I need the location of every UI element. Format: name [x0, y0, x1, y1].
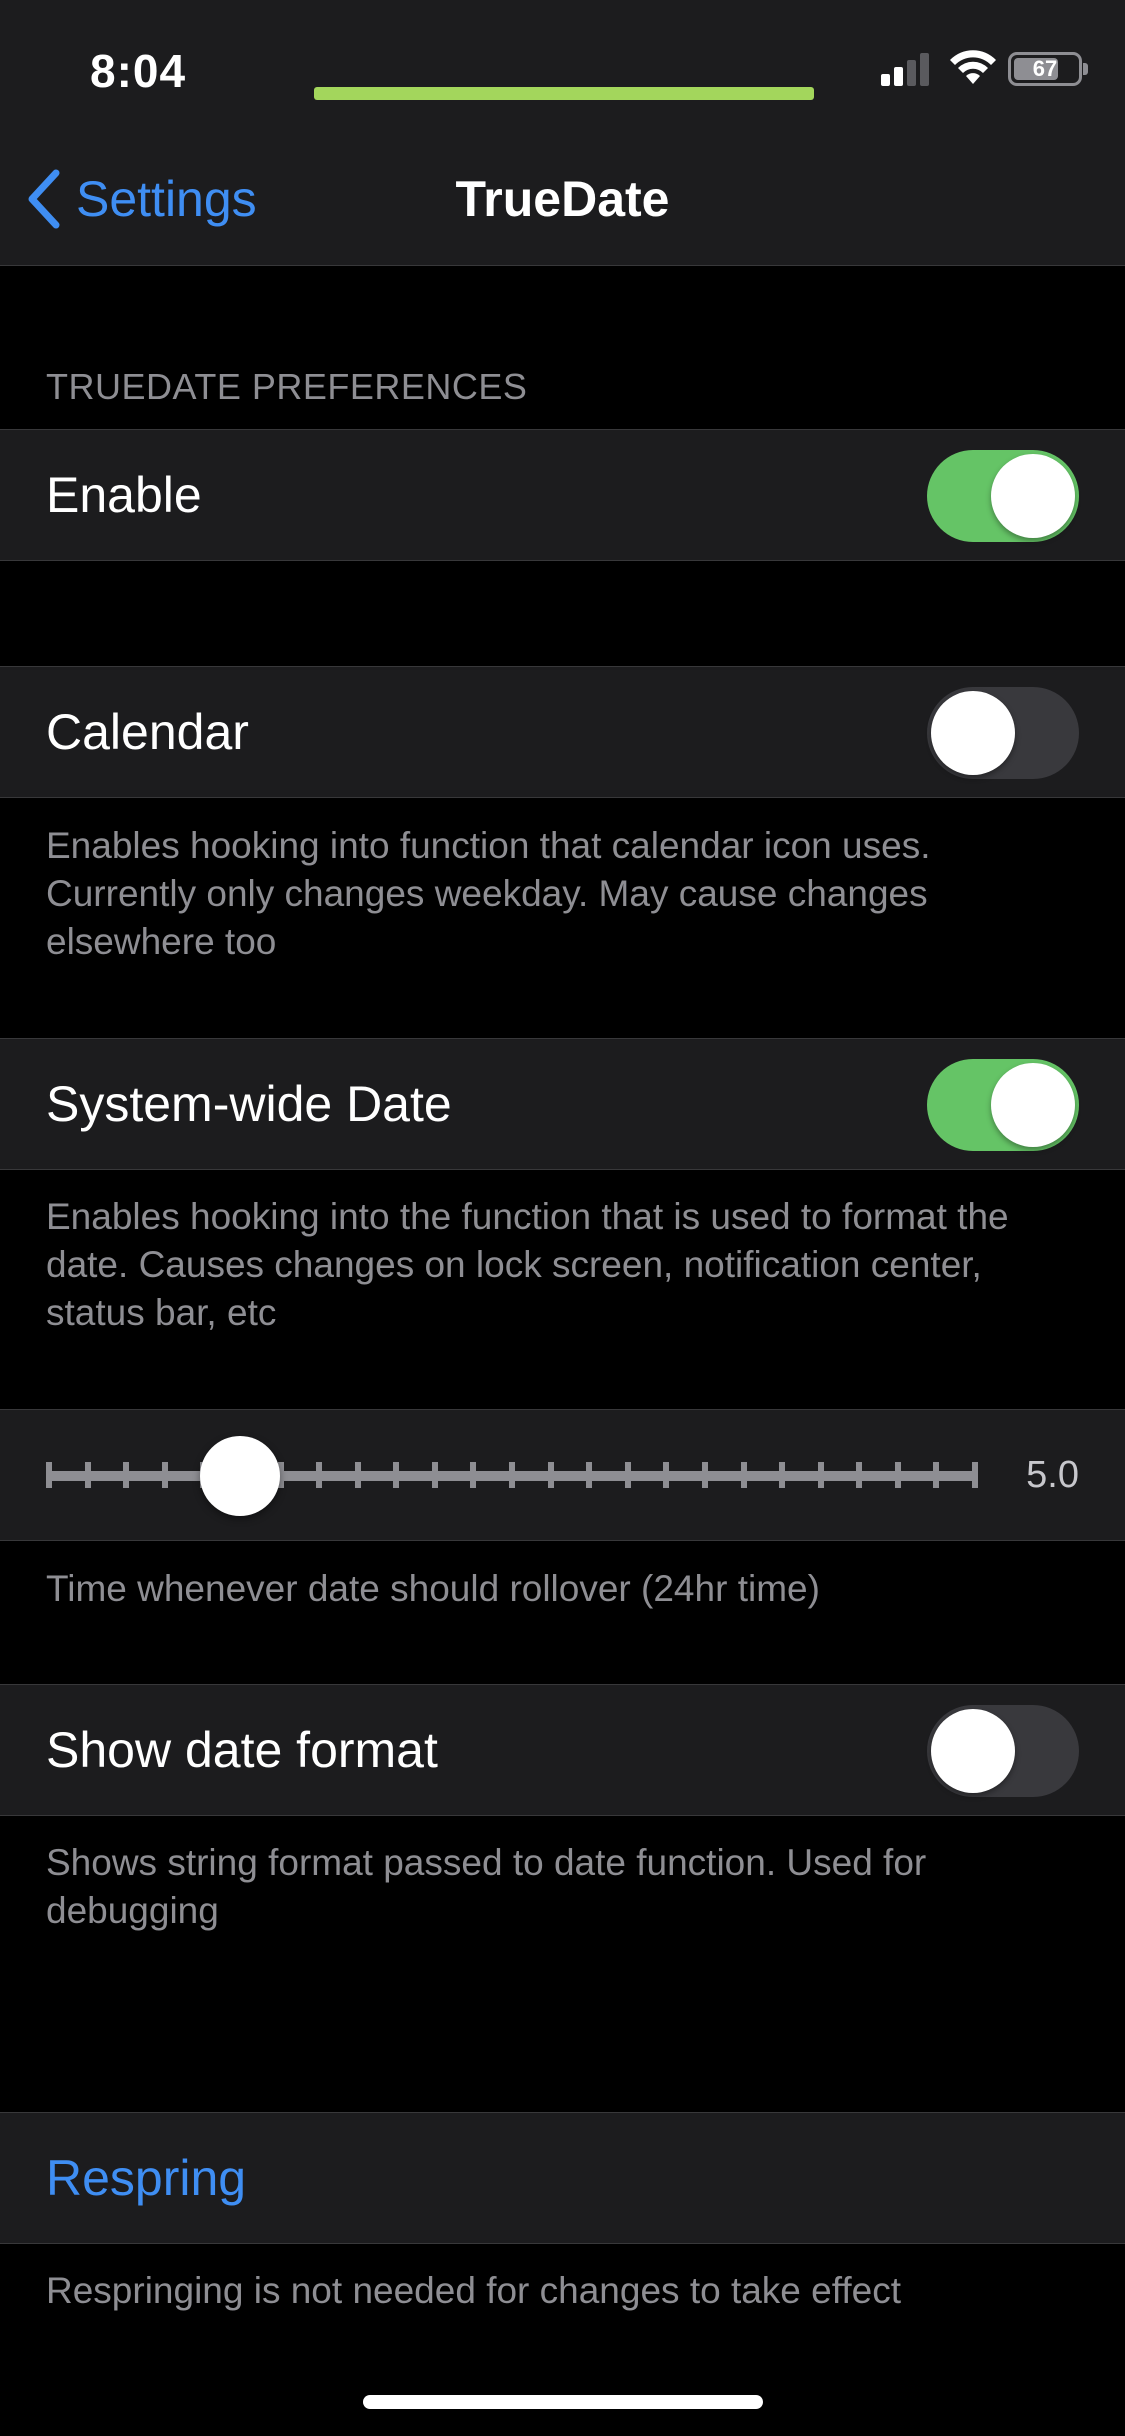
slider-tick — [354, 1462, 361, 1488]
status-bar: 8:04 67 — [0, 0, 1125, 130]
toggle-knob — [931, 1709, 1015, 1793]
accent-bar — [314, 87, 814, 100]
rollover-slider-value: 5.0 — [1026, 1454, 1079, 1496]
enable-toggle[interactable] — [927, 450, 1079, 542]
slider-tick — [46, 1462, 52, 1488]
system-wide-date-toggle[interactable] — [927, 1059, 1079, 1151]
battery-icon: 67 — [1008, 52, 1082, 86]
show-date-format-footer: Shows string format passed to date funct… — [46, 1842, 927, 1931]
slider-tick — [393, 1462, 400, 1488]
signal-icon — [881, 52, 931, 86]
slider-tick — [779, 1462, 786, 1488]
slider-tick — [972, 1462, 978, 1488]
slider-tick — [701, 1462, 708, 1488]
show-date-format-toggle[interactable] — [927, 1705, 1079, 1797]
slider-tick — [470, 1462, 477, 1488]
battery-percent: 67 — [1032, 56, 1058, 81]
wifi-icon — [950, 50, 996, 84]
slider-tick — [547, 1462, 554, 1488]
show-date-format-row: Show date format — [0, 1684, 1125, 1816]
rollover-slider-thumb[interactable] — [200, 1436, 281, 1516]
slider-tick — [740, 1462, 747, 1488]
slider-tick — [894, 1462, 901, 1488]
status-time: 8:04 — [90, 45, 187, 97]
slider-tick — [933, 1462, 940, 1488]
show-date-format-label: Show date format — [46, 1722, 438, 1778]
system-wide-date-row: System-wide Date — [0, 1038, 1125, 1170]
enable-label: Enable — [46, 467, 202, 523]
slider-tick — [316, 1462, 323, 1488]
calendar-label: Calendar — [46, 704, 249, 760]
rollover-slider-row: 5.0 — [0, 1409, 1125, 1541]
slider-tick — [123, 1462, 130, 1488]
calendar-row: Calendar — [0, 666, 1125, 798]
home-indicator — [363, 2395, 763, 2409]
slider-tick — [509, 1462, 515, 1488]
slider-tick — [161, 1462, 168, 1488]
respring-footer: Respringing is not needed for changes to… — [46, 2270, 901, 2311]
enable-row: Enable — [0, 429, 1125, 561]
slider-tick — [431, 1462, 438, 1488]
slider-tick — [624, 1462, 631, 1488]
section-header: TRUEDATE PREFERENCES — [46, 366, 528, 407]
slider-tick — [663, 1462, 670, 1488]
calendar-footer: Enables hooking into function that calen… — [46, 825, 931, 962]
toggle-knob — [931, 691, 1015, 775]
toggle-knob — [991, 454, 1075, 538]
calendar-toggle[interactable] — [927, 687, 1079, 779]
slider-tick — [817, 1462, 824, 1488]
respring-row[interactable]: Respring — [0, 2112, 1125, 2244]
page-title: TrueDate — [455, 171, 670, 227]
rollover-footer: Time whenever date should rollover (24hr… — [46, 1568, 820, 1609]
slider-tick — [856, 1462, 863, 1488]
battery-tip — [1083, 63, 1088, 75]
system-wide-date-label: System-wide Date — [46, 1076, 452, 1132]
toggle-knob — [991, 1063, 1075, 1147]
respring-button[interactable]: Respring — [46, 2113, 246, 2243]
slider-tick — [586, 1462, 593, 1488]
system-wide-date-footer: Enables hooking into the function that i… — [46, 1196, 1009, 1333]
navigation-bar: Settings TrueDate — [0, 130, 1125, 266]
slider-tick — [84, 1462, 91, 1488]
